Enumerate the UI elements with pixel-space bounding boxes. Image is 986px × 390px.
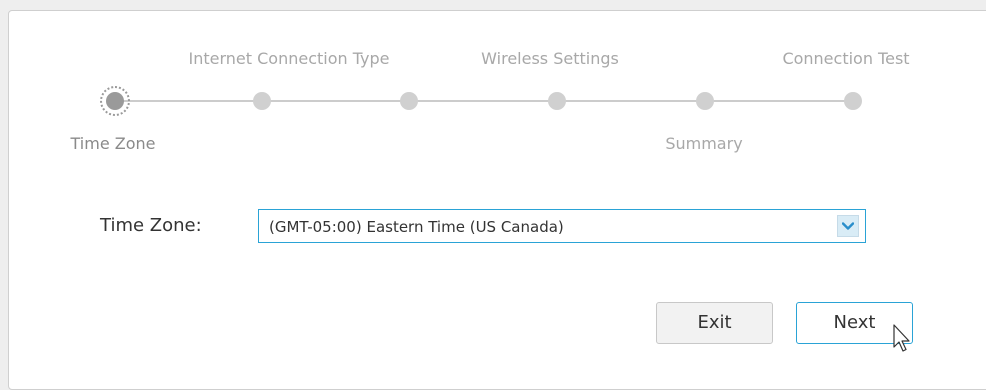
active-step-core — [106, 92, 124, 110]
timezone-select-value: (GMT-05:00) Eastern Time (US Canada) — [269, 218, 564, 236]
step-label-connection-test: Connection Test — [782, 49, 910, 68]
step-dot-3 — [400, 92, 418, 110]
timezone-select[interactable]: (GMT-05:00) Eastern Time (US Canada) — [258, 209, 866, 243]
wizard-progress: Internet Connection Type Wireless Settin… — [0, 0, 986, 170]
step-label-summary: Summary — [665, 134, 743, 153]
step-dot-5 — [696, 92, 714, 110]
step-dot-6 — [844, 92, 862, 110]
pointer-cursor-icon — [893, 324, 910, 352]
step-dot-4 — [548, 92, 566, 110]
exit-button[interactable]: Exit — [656, 302, 773, 344]
step-dot-time-zone — [100, 86, 130, 116]
wizard-track — [115, 100, 853, 102]
step-dot-2 — [253, 92, 271, 110]
step-label-wireless-settings: Wireless Settings — [481, 49, 619, 68]
chevron-down-icon[interactable] — [837, 215, 859, 237]
step-label-internet-connection-type: Internet Connection Type — [188, 49, 390, 68]
step-label-time-zone: Time Zone — [70, 134, 156, 153]
timezone-label: Time Zone: — [100, 215, 202, 236]
